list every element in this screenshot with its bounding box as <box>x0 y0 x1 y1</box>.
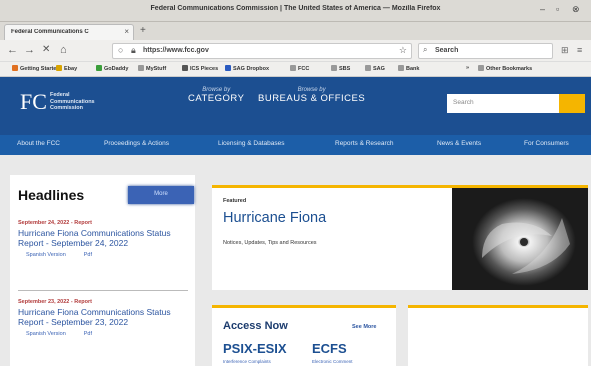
headlines-panel: Headlines More September 24, 2022 - Repo… <box>10 175 195 370</box>
bookmark-item[interactable]: ICS Pieces <box>182 65 218 72</box>
url-text[interactable]: https://www.fcc.gov <box>143 47 209 54</box>
reload-icon[interactable]: ✕ <box>42 44 50 55</box>
window-titlebar: Federal Communications Commission | The … <box>0 0 591 22</box>
headlines-more-button[interactable]: More <box>128 186 194 204</box>
bookmark-item[interactable]: SBS <box>331 65 350 72</box>
tab-label: Federal Communications C <box>11 29 89 35</box>
window-title: Federal Communications Commission | The … <box>150 5 441 12</box>
tab-bar: Federal Communications C × + <box>0 22 591 40</box>
bookmark-label: GoDaddy <box>104 66 129 72</box>
headlines-title: Headlines <box>18 187 85 203</box>
lock-icon[interactable]: 🔒︎ <box>131 45 136 56</box>
tracking-shield-icon[interactable]: ○ <box>118 45 123 55</box>
browser-search-input[interactable]: ⌕ Search <box>418 43 553 59</box>
fcc-logo[interactable]: FC <box>20 89 47 115</box>
nav-news[interactable]: News & Events <box>437 140 481 147</box>
bookmark-label: MyStuff <box>146 66 167 72</box>
search-placeholder: Search <box>435 47 459 54</box>
bookmark-item[interactable]: Bank <box>398 65 419 72</box>
system-desc: Electronic Comment <box>312 359 353 364</box>
bookmark-favicon-icon <box>365 65 371 71</box>
page-content: Headlines More September 24, 2022 - Repo… <box>0 155 591 370</box>
bookmark-favicon-icon <box>225 65 231 71</box>
bookmark-favicon-icon <box>478 65 484 71</box>
close-window-icon[interactable]: ⊗ <box>572 4 580 15</box>
hurricane-satellite-image[interactable] <box>452 188 588 290</box>
bookmark-favicon-icon <box>56 65 62 71</box>
tab-fcc[interactable]: Federal Communications C × <box>4 24 134 40</box>
forward-icon[interactable]: → <box>24 44 35 56</box>
news-item[interactable]: September 24, 2022 - Report Hurricane Fi… <box>18 220 188 258</box>
site-header: FC Federal Communications Commission Bro… <box>0 77 591 135</box>
nav-reports[interactable]: Reports & Research <box>335 140 394 147</box>
spanish-version-link[interactable]: Spanish Version <box>26 331 66 337</box>
bookmark-favicon-icon <box>398 65 404 71</box>
bookmark-label: Ebay <box>64 66 78 72</box>
new-tab-icon[interactable]: + <box>140 25 146 36</box>
spanish-version-link[interactable]: Spanish Version <box>26 252 66 258</box>
empty-card <box>408 305 588 366</box>
news-divider <box>18 290 188 291</box>
bookmark-favicon-icon <box>331 65 337 71</box>
browse-by-category[interactable]: Browse by CATEGORY <box>188 87 244 104</box>
access-now-title: Access Now <box>223 320 288 332</box>
bookmark-item[interactable]: GoDaddy <box>96 65 128 72</box>
featured-title[interactable]: Hurricane Fiona <box>223 210 326 226</box>
bookmark-item[interactable]: SAG Dropbox <box>225 65 269 72</box>
bookmark-label: SBS <box>339 66 351 72</box>
bookmark-favicon-icon <box>96 65 102 71</box>
bookmarks-toolbar: Getting Started Ebay GoDaddy MyStuff ICS Pie… <box>0 62 591 77</box>
nav-consumers[interactable]: For Consumers <box>524 140 569 147</box>
see-more-link[interactable]: See More <box>352 324 376 330</box>
back-icon[interactable]: ← <box>7 44 18 56</box>
bookmark-item[interactable]: SAG <box>365 65 385 72</box>
nav-about[interactable]: About the FCC <box>17 140 60 147</box>
bookmark-favicon-icon <box>12 65 18 71</box>
bookmark-label: SAG Dropbox <box>233 66 270 72</box>
system-link-psix[interactable]: PSIX-ESIX <box>223 341 287 356</box>
fcc-org-name[interactable]: Federal Communications Commission <box>50 92 95 112</box>
access-now-card: Access Now See More PSIX-ESIX Interferen… <box>212 305 396 366</box>
minimize-icon[interactable]: – <box>540 4 545 14</box>
news-item[interactable]: September 23, 2022 - Report Hurricane Fi… <box>18 299 188 337</box>
bookmarks-overflow-icon[interactable]: » <box>466 65 469 71</box>
bookmark-favicon-icon <box>138 65 144 71</box>
home-icon[interactable]: ⌂ <box>60 44 67 56</box>
bookmark-label: Other Bookmarks <box>486 66 533 72</box>
featured-subtitle: Notices, Updates, Tips and Resources <box>223 240 317 246</box>
navigation-toolbar: ← → ✕ ⌂ ○ 🔒︎ https://www.fcc.gov ☆ ⌕ Sea… <box>0 40 591 62</box>
bookmark-item[interactable]: Other Bookmarks <box>478 65 532 72</box>
system-desc: Interference Complaints <box>223 359 271 364</box>
nav-proceedings[interactable]: Proceedings & Actions <box>104 140 169 147</box>
bookmark-item[interactable]: MyStuff <box>138 65 166 72</box>
pdf-link[interactable]: Pdf <box>84 252 92 258</box>
site-search-input[interactable]: Search <box>447 94 559 113</box>
bookmark-label: FCC <box>298 66 310 72</box>
pdf-link[interactable]: Pdf <box>84 331 92 337</box>
bookmark-favicon-icon <box>182 65 188 71</box>
bookmark-item[interactable]: Getting Started <box>12 65 60 72</box>
tab-close-icon[interactable]: × <box>124 27 129 36</box>
bookmark-label: SAG <box>373 66 385 72</box>
browse-by-bureaus[interactable]: Browse by BUREAUS & OFFICES <box>258 87 365 104</box>
maximize-icon[interactable]: ▫ <box>556 4 559 14</box>
bookmark-label: Bank <box>406 66 420 72</box>
bookmark-label: ICS Pieces <box>190 66 219 72</box>
site-search-button[interactable] <box>559 94 585 113</box>
featured-card[interactable]: Featured Hurricane Fiona Notices, Update… <box>212 185 588 290</box>
bookmark-star-icon[interactable]: ☆ <box>399 45 407 56</box>
url-bar[interactable]: ○ 🔒︎ https://www.fcc.gov ☆ <box>112 43 412 59</box>
bookmark-favicon-icon <box>290 65 296 71</box>
featured-label: Featured <box>223 198 247 204</box>
bookmark-label: Getting Started <box>20 66 60 72</box>
bookmark-item[interactable]: FCC <box>290 65 309 72</box>
site-main-nav: About the FCC Proceedings & Actions Lice… <box>0 135 591 155</box>
nav-licensing[interactable]: Licensing & Databases <box>218 140 285 147</box>
menu-icon[interactable]: ≡ <box>577 45 582 55</box>
bookmark-item[interactable]: Ebay <box>56 65 77 72</box>
search-icon: ⌕ <box>423 45 428 54</box>
system-link-ecfs[interactable]: ECFS <box>312 341 347 356</box>
library-icon[interactable]: ⊞ <box>561 45 569 56</box>
